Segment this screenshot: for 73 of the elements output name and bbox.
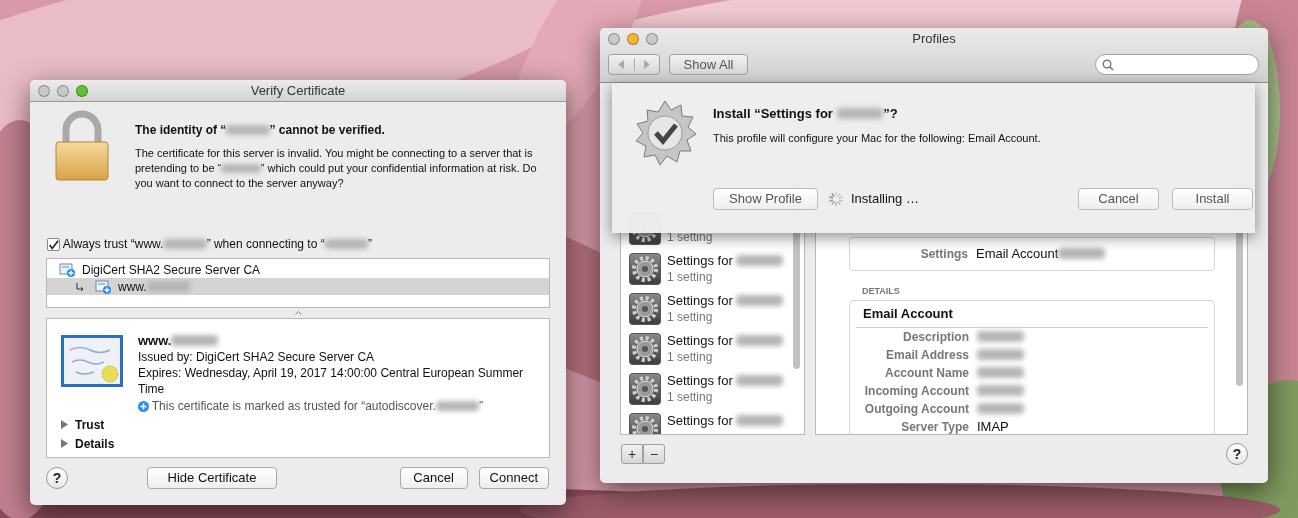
issuer-text: Issued by: DigiCert SHA2 Secure Server CA (138, 349, 376, 365)
gear-icon (629, 333, 661, 365)
profile-name: Settings for (667, 252, 784, 269)
cancel-button[interactable]: Cancel (399, 467, 468, 489)
profile-settings-count: 1 setting (667, 269, 714, 286)
certificate-icon (60, 334, 124, 388)
dialog-message: The certificate for this server is invalid. You might be connecting to a server that is pretending to be “ ” which could put your confidential information at risk. Do you want to connect to the server anyway? (135, 146, 538, 191)
profile-settings-count: 1 setting (667, 309, 714, 326)
gear-icon (629, 373, 661, 405)
profile-settings-count: 1 setting (667, 389, 714, 406)
tree-row[interactable]: DigiCert SHA2 Secure Server CA (47, 261, 549, 278)
remove-button[interactable]: − (643, 444, 665, 464)
field-label: Server Type (900, 419, 969, 434)
info-plus-icon (138, 400, 149, 412)
field-label: Description (902, 329, 969, 346)
search-icon (1102, 58, 1114, 71)
minimize-button[interactable] (627, 33, 639, 45)
splitter-handle[interactable] (294, 311, 302, 315)
certificate-name: DigiCert SHA2 Secure Server CA (82, 261, 261, 279)
search-field[interactable] (1095, 54, 1259, 75)
section-heading: DETAILS (862, 285, 901, 298)
disclosure-triangle[interactable] (60, 420, 68, 429)
show-all-button[interactable]: Show All (669, 54, 748, 75)
close-button[interactable] (608, 33, 620, 45)
section-label: Trust (75, 416, 105, 434)
verified-badge-icon (633, 99, 697, 167)
field-label: Outgoing Account (863, 401, 969, 418)
field-label: Incoming Account (863, 383, 969, 400)
profile-settings-count: 1 setting (667, 349, 714, 366)
hide-certificate-button[interactable]: Hide Certificate (147, 467, 277, 489)
field-label: Settings (919, 246, 968, 263)
expiry-text: Expires: Wednesday, April 19, 2017 14:00:00 Central European Summer Time (138, 365, 525, 397)
tree-row[interactable]: www. (47, 278, 549, 295)
section-label: Details (75, 435, 115, 453)
show-profile-button[interactable]: Show Profile (713, 188, 818, 210)
certificate-icon (95, 278, 112, 295)
spinner-icon (828, 191, 844, 207)
add-button[interactable]: + (621, 444, 643, 464)
status-text: Installing … (851, 190, 919, 209)
profile-name: Settings for (667, 372, 784, 389)
disclosure-triangle[interactable] (60, 439, 68, 448)
zoom-button[interactable] (76, 84, 88, 97)
checkbox[interactable] (47, 237, 60, 251)
child-arrow-icon (75, 281, 85, 292)
window-title: Verify Certificate (250, 81, 346, 100)
field-value: IMAP (977, 418, 1009, 434)
field-value: Email Account (976, 244, 1106, 264)
sheet-title: Install “Settings for ”? (713, 105, 899, 123)
trust-note: This certificate is marked as trusted for “autodiscover. ” (151, 398, 484, 414)
checkbox-label: Always trust “www. ” when connecting to “ ” (62, 236, 372, 253)
gear-icon (629, 293, 661, 325)
cancel-button[interactable]: Cancel (1078, 188, 1159, 210)
profile-name: Settings for (667, 332, 784, 349)
certificate-name: www. (118, 277, 190, 296)
sheet-message: This profile will configure your Mac for the following: Email Account. (713, 130, 1042, 146)
dialog-heading: The identity of “ ” cannot be verified. (135, 122, 386, 139)
certificate-icon (59, 261, 76, 278)
help-button[interactable]: ? (46, 467, 68, 489)
field-label: Account Name (883, 365, 969, 382)
minimize-button[interactable] (57, 84, 69, 97)
connect-button[interactable]: Connect (478, 467, 549, 489)
card-title: Email Account (856, 303, 1208, 328)
certificate-title: www. (138, 333, 530, 349)
profile-name: Settings for (667, 292, 784, 309)
install-button[interactable]: Install (1172, 188, 1253, 210)
profile-name: Settings for (667, 412, 784, 429)
lock-icon (52, 110, 112, 182)
field-label: Email Address (885, 347, 969, 364)
zoom-button[interactable] (646, 33, 658, 45)
close-button[interactable] (38, 84, 50, 97)
help-button[interactable]: ? (1226, 443, 1248, 465)
gear-icon (629, 253, 661, 285)
window-title: Profiles (912, 30, 956, 49)
